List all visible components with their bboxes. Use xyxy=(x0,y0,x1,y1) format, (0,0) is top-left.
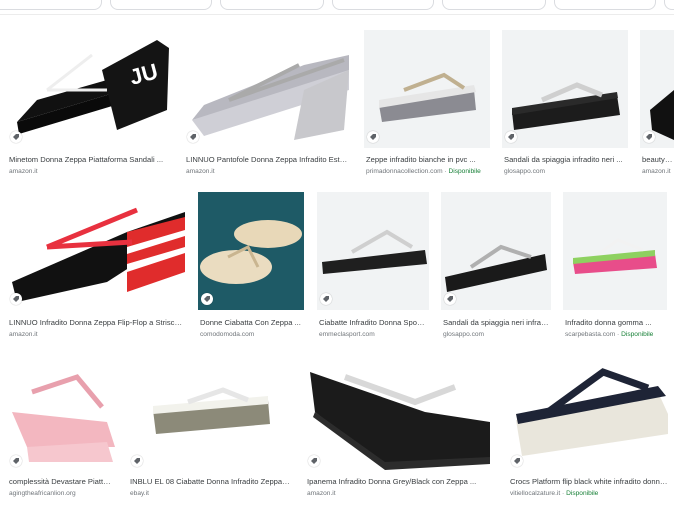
result-card[interactable]: INBLU EL 08 Ciabatte Donna Infradito Zep… xyxy=(128,352,292,504)
result-card[interactable]: Sandali da spiaggia neri infradito ... g… xyxy=(441,192,551,340)
result-title[interactable]: Zeppe infradito bianche in pvc ... xyxy=(366,155,488,165)
result-source-site[interactable]: scarpebasta.com xyxy=(565,331,615,338)
result-thumbnail[interactable] xyxy=(441,192,551,310)
result-title[interactable]: Sandali da spiaggia infradito neri ... xyxy=(504,155,626,165)
result-card[interactable]: Ciabatte Infradito Donna Sport ... emmec… xyxy=(317,192,429,340)
result-card[interactable]: Infradito donna gomma ... scarpebasta.co… xyxy=(563,192,667,340)
result-source-site[interactable]: vitiellocalzature.it xyxy=(510,490,560,497)
result-title[interactable]: INBLU EL 08 Ciabatte Donna Infradito Zep… xyxy=(130,477,290,487)
result-source[interactable]: glosappo.com xyxy=(504,167,626,176)
tag-icon xyxy=(187,131,199,143)
filter-chip-7[interactable] xyxy=(664,0,674,10)
result-source[interactable]: emmeclasport.com xyxy=(319,330,427,339)
tag-icon xyxy=(511,455,523,467)
filter-chip-1[interactable] xyxy=(0,0,102,10)
result-thumbnail[interactable] xyxy=(640,30,674,148)
result-thumbnail[interactable] xyxy=(7,192,185,310)
tag-icon xyxy=(131,455,143,467)
filter-chip-4[interactable] xyxy=(332,0,434,10)
result-thumbnail[interactable] xyxy=(184,30,352,148)
filter-chip-6[interactable] xyxy=(554,0,656,10)
tag-icon xyxy=(505,131,517,143)
filter-chips-bar xyxy=(0,0,674,15)
result-card[interactable]: complessità Devastare Piattaforma ... ag… xyxy=(7,352,115,504)
result-thumbnail[interactable] xyxy=(502,30,628,148)
result-source[interactable]: amazon.it xyxy=(642,167,674,176)
result-title[interactable]: Ipanema Infradito Donna Grey/Black con Z… xyxy=(307,477,493,487)
result-thumbnail[interactable] xyxy=(364,30,490,148)
result-title[interactable]: LINNUO Infradito Donna Zeppa Flip-Flop a… xyxy=(9,318,184,328)
result-title[interactable]: Sandali da spiaggia neri infradito ... xyxy=(443,318,549,328)
result-title[interactable]: Infradito donna gomma ... xyxy=(565,318,666,328)
result-source[interactable]: vitiellocalzature.it · Disponibile xyxy=(510,489,670,498)
result-thumbnail[interactable] xyxy=(317,192,429,310)
result-title[interactable]: beautyjoy ... xyxy=(642,155,674,165)
result-card[interactable]: JU Minetom Donna Zeppa Piattaforma Sanda… xyxy=(7,30,172,178)
result-title[interactable]: complessità Devastare Piattaforma ... xyxy=(9,477,113,487)
result-thumbnail[interactable] xyxy=(305,352,495,472)
filter-chip-2[interactable] xyxy=(110,0,212,10)
tag-icon xyxy=(201,293,213,305)
result-card[interactable]: beautyjoy ... amazon.it xyxy=(640,30,674,178)
tag-icon xyxy=(10,131,22,143)
result-source[interactable]: scarpebasta.com · Disponibile xyxy=(565,330,666,339)
result-source[interactable]: amazon.it xyxy=(307,489,493,498)
result-source[interactable]: agingtheafricanlion.org xyxy=(9,489,113,498)
result-card[interactable]: Zeppe infradito bianche in pvc ... prima… xyxy=(364,30,490,178)
result-thumbnail[interactable] xyxy=(198,192,304,310)
result-card[interactable]: Donne Ciabatta Con Zeppa ... comodomoda.… xyxy=(198,192,304,340)
result-source[interactable]: ebay.it xyxy=(130,489,290,498)
result-title[interactable]: LINNUO Pantofole Donna Zeppa Infradito E… xyxy=(186,155,350,165)
tag-icon xyxy=(444,293,456,305)
result-thumbnail[interactable] xyxy=(563,192,667,310)
result-source[interactable]: primadonnacollection.com · Disponibile xyxy=(366,167,488,176)
result-card[interactable]: Ipanema Infradito Donna Grey/Black con Z… xyxy=(305,352,495,504)
result-title[interactable]: Crocs Platform flip black white infradit… xyxy=(510,477,670,487)
availability-label: Disponibile xyxy=(621,331,654,338)
result-thumbnail[interactable] xyxy=(7,352,115,472)
tag-icon xyxy=(10,455,22,467)
result-source[interactable]: glosappo.com xyxy=(443,330,549,339)
tag-icon xyxy=(10,293,22,305)
result-title[interactable]: Donne Ciabatta Con Zeppa ... xyxy=(200,318,303,328)
tag-icon xyxy=(367,131,379,143)
result-card[interactable]: Crocs Platform flip black white infradit… xyxy=(508,352,672,504)
result-thumbnail[interactable]: JU xyxy=(7,30,172,148)
result-source[interactable]: amazon.it xyxy=(186,167,350,176)
result-source[interactable]: amazon.it xyxy=(9,330,184,339)
result-card[interactable]: LINNUO Infradito Donna Zeppa Flip-Flop a… xyxy=(7,192,185,340)
result-card[interactable]: LINNUO Pantofole Donna Zeppa Infradito E… xyxy=(184,30,352,178)
result-card[interactable]: Sandali da spiaggia infradito neri ... g… xyxy=(502,30,628,178)
result-title[interactable]: Ciabatte Infradito Donna Sport ... xyxy=(319,318,427,328)
availability-label: Disponibile xyxy=(448,168,481,175)
tag-icon xyxy=(643,131,655,143)
filter-chip-3[interactable] xyxy=(220,0,324,10)
tag-icon xyxy=(320,293,332,305)
result-thumbnail[interactable] xyxy=(508,352,672,472)
availability-label: Disponibile xyxy=(566,490,599,497)
tag-icon xyxy=(308,455,320,467)
filter-chip-5[interactable] xyxy=(442,0,546,10)
result-source[interactable]: amazon.it xyxy=(9,167,169,176)
result-source-site[interactable]: primadonnacollection.com xyxy=(366,168,443,175)
result-title[interactable]: Minetom Donna Zeppa Piattaforma Sandali … xyxy=(9,155,169,165)
result-thumbnail[interactable] xyxy=(128,352,292,472)
result-source[interactable]: comodomoda.com xyxy=(200,330,303,339)
